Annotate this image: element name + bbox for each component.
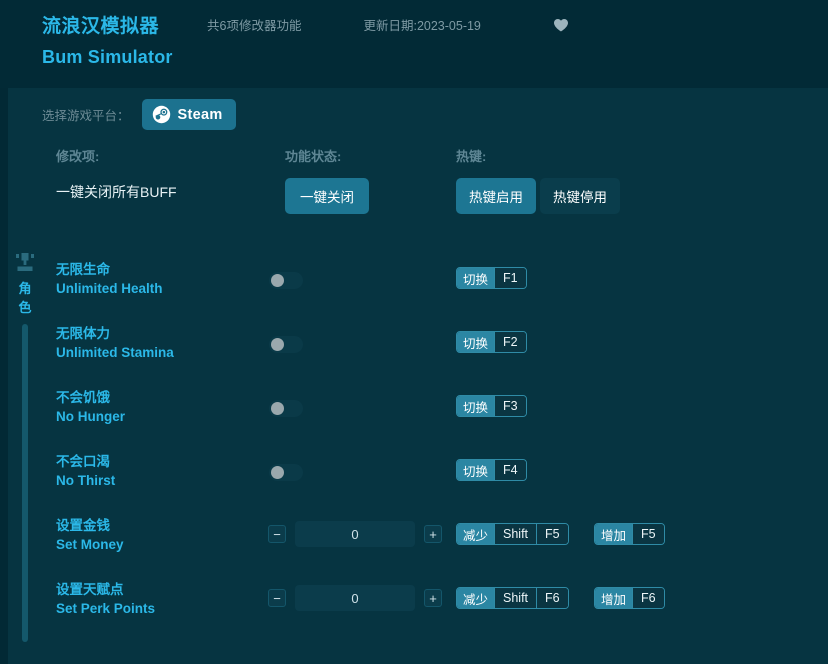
heart-icon[interactable]	[553, 17, 569, 33]
column-header-name: 修改项:	[56, 149, 100, 164]
master-row-label: 一键关闭所有BUFF	[56, 184, 177, 200]
master-row: 一键关闭所有BUFF 一键关闭 热键启用 热键停用	[0, 178, 828, 214]
hotkey-key: F5	[632, 524, 664, 544]
hotkey-chip[interactable]: 增加 F6	[594, 587, 665, 609]
decrement-button[interactable]: −	[268, 589, 286, 607]
hotkey-action-label: 切换	[457, 460, 495, 480]
hotkeys-enable-button[interactable]: 热键启用	[456, 178, 536, 214]
cheat-label-cn: 无限生命	[56, 262, 110, 277]
hotkey-key: Shift	[494, 588, 537, 608]
hotkey-key: F2	[494, 332, 526, 352]
decrement-button[interactable]: −	[268, 525, 286, 543]
platform-selector: 选择游戏平台： Steam	[42, 99, 236, 130]
cheat-row-labels: 不会口渴 No Thirst	[56, 452, 115, 490]
cheat-row: 设置金钱Set Money−+减少ShiftF5增加F5	[0, 514, 828, 578]
header-bar: 流浪汉模拟器 共6项修改器功能 更新日期:2023-05-19 Bum Simu…	[0, 0, 828, 88]
hotkey-group: 减少 Shift F5	[456, 523, 569, 545]
cheat-row-labels: 无限体力 Unlimited Stamina	[56, 324, 174, 362]
hotkey-group: 切换 F3	[456, 395, 527, 417]
cheat-toggle[interactable]	[269, 272, 303, 289]
hotkey-key: F1	[494, 268, 526, 288]
cheat-row: 无限体力 Unlimited Stamina 切换 F2	[0, 322, 828, 386]
hotkey-action-label: 增加	[595, 524, 633, 544]
increment-button[interactable]: +	[424, 525, 442, 543]
hotkey-group: 切换 F2	[456, 331, 527, 353]
page-subtitle: Bum Simulator	[42, 47, 173, 67]
column-header-hotkey: 热键:	[456, 149, 487, 164]
cheat-label-cn: 设置金钱	[56, 518, 110, 533]
increment-button[interactable]: +	[424, 589, 442, 607]
header-title-row: 流浪汉模拟器 共6项修改器功能 更新日期:2023-05-19	[42, 11, 569, 38]
hotkey-action-label: 增加	[595, 588, 633, 608]
hotkey-action-label: 切换	[457, 396, 495, 416]
column-header-state: 功能状态:	[285, 149, 342, 164]
hotkey-action-label: 减少	[457, 588, 495, 608]
toggle-knob	[271, 402, 284, 415]
cheat-label-cn: 设置天赋点	[56, 582, 124, 597]
hotkey-chip[interactable]: 减少 Shift F6	[456, 587, 569, 609]
cheat-label-en: Set Money	[56, 537, 124, 552]
cheat-row-labels: 设置金钱 Set Money	[56, 516, 124, 554]
value-stepper: −+	[268, 521, 442, 547]
cheat-row-labels: 无限生命 Unlimited Health	[56, 260, 163, 298]
hotkey-action-label: 切换	[457, 332, 495, 352]
column-headers: 修改项: 功能状态: 热键:	[0, 146, 828, 164]
hotkey-key: F6	[536, 588, 568, 608]
cheat-row-labels: 不会饥饿 No Hunger	[56, 388, 125, 426]
cheat-row-labels: 设置天赋点 Set Perk Points	[56, 580, 155, 618]
toggle-knob	[271, 274, 284, 287]
cheat-toggle[interactable]	[269, 464, 303, 481]
toggle-knob	[271, 338, 284, 351]
hotkey-action-label: 减少	[457, 524, 495, 544]
cheat-label-en: Set Perk Points	[56, 601, 156, 616]
hotkey-chip[interactable]: 切换 F3	[456, 395, 527, 417]
hotkey-chip[interactable]: 减少 Shift F5	[456, 523, 569, 545]
hotkeys-disable-button[interactable]: 热键停用	[540, 178, 620, 214]
hotkey-chip[interactable]: 切换 F4	[456, 459, 527, 481]
value-input[interactable]	[295, 521, 415, 547]
cheat-label-cn: 不会口渴	[56, 454, 110, 469]
cheat-label-en: Unlimited Health	[56, 281, 163, 296]
cheat-rows: 无限生命 Unlimited Health 切换 F1 无限体力 Unlimited St…	[0, 258, 828, 642]
value-input[interactable]	[295, 585, 415, 611]
hotkey-group: 切换 F4	[456, 459, 527, 481]
hotkey-group: 减少 Shift F6	[456, 587, 569, 609]
toggle-knob	[271, 466, 284, 479]
hotkey-group: 增加 F5	[594, 523, 665, 545]
hotkey-key: F6	[632, 588, 664, 608]
cheat-row: 不会饥饿 No Hunger 切换 F3	[0, 386, 828, 450]
platform-label: 选择游戏平台：	[42, 109, 130, 123]
hotkey-key: F5	[536, 524, 568, 544]
hotkey-key: F3	[494, 396, 526, 416]
update-date: 更新日期:2023-05-19	[363, 19, 481, 33]
cheat-toggle[interactable]	[269, 400, 303, 417]
cheat-label-en: No Hunger	[56, 409, 125, 424]
hotkey-action-label: 切换	[457, 268, 495, 288]
hotkey-chip[interactable]: 切换 F2	[456, 331, 527, 353]
hotkey-chip[interactable]: 增加 F5	[594, 523, 665, 545]
trainer-window: 流浪汉模拟器 共6项修改器功能 更新日期:2023-05-19 Bum Simu…	[0, 0, 828, 664]
cheat-label-en: No Thirst	[56, 473, 116, 488]
platform-steam-button[interactable]: Steam	[141, 99, 236, 130]
cheat-toggle[interactable]	[269, 336, 303, 353]
cheat-label-cn: 无限体力	[56, 326, 110, 341]
steam-icon	[152, 105, 171, 124]
cheat-label-en: Unlimited Stamina	[56, 345, 174, 360]
disable-all-buffs-button[interactable]: 一键关闭	[285, 178, 369, 214]
hotkey-key: Shift	[494, 524, 537, 544]
hotkey-group: 切换 F1	[456, 267, 527, 289]
page-title: 流浪汉模拟器	[42, 16, 160, 37]
hotkey-chip[interactable]: 切换 F1	[456, 267, 527, 289]
feature-count: 共6项修改器功能	[207, 19, 302, 33]
value-stepper: −+	[268, 585, 442, 611]
hotkey-group: 增加 F6	[594, 587, 665, 609]
platform-steam-label: Steam	[177, 106, 223, 123]
cheat-row: 设置天赋点Set Perk Points−+减少ShiftF6增加F6	[0, 578, 828, 642]
cheat-row: 不会口渴 No Thirst 切换 F4	[0, 450, 828, 514]
cheat-row: 无限生命 Unlimited Health 切换 F1	[0, 258, 828, 322]
cheat-label-cn: 不会饥饿	[56, 390, 110, 405]
hotkey-key: F4	[494, 460, 526, 480]
